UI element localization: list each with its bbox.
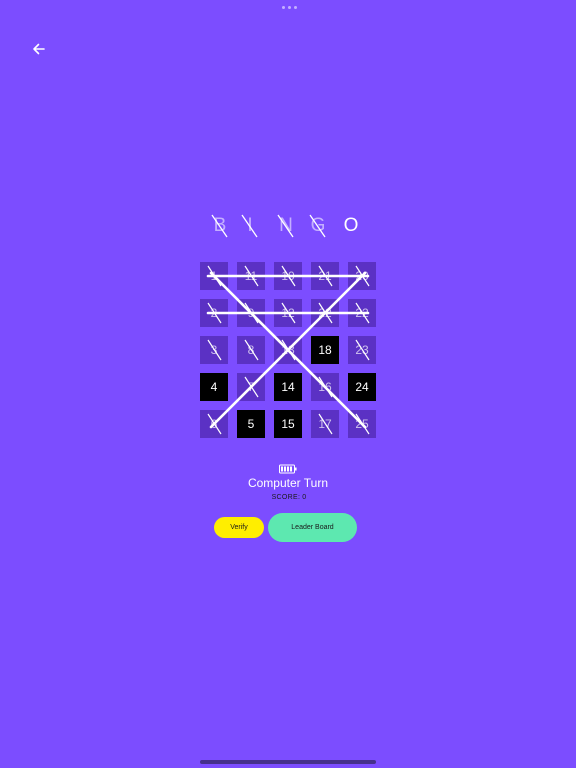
cell-number: 2	[210, 306, 218, 320]
cell-number: 20	[355, 269, 369, 283]
cell-number: 1	[210, 269, 218, 283]
board-cell[interactable]: 8	[237, 336, 265, 364]
cell-number: 11	[244, 269, 258, 283]
bingo-letters: BINGO	[0, 210, 576, 242]
board-cell[interactable]: 14	[274, 373, 302, 401]
board-cell[interactable]: 13	[274, 336, 302, 364]
cell-number: 23	[355, 343, 369, 357]
score-value: 0	[302, 494, 307, 501]
board-cell[interactable]: 22	[348, 299, 376, 327]
bingo-letter-i: I	[237, 210, 263, 242]
cell-number: 15	[281, 417, 295, 431]
board-cell[interactable]: 5	[237, 410, 265, 438]
board-cell[interactable]: 1	[200, 262, 228, 290]
cell-number: 21	[318, 269, 332, 283]
board-cell[interactable]: 24	[348, 373, 376, 401]
board-cell[interactable]: 2	[200, 299, 228, 327]
cell-number: 4	[210, 380, 218, 394]
board-cell[interactable]: 20	[348, 262, 376, 290]
board-cell[interactable]: 12	[274, 299, 302, 327]
board-cell[interactable]: 23	[348, 336, 376, 364]
board-cell[interactable]: 4	[200, 373, 228, 401]
bingo-letter-b: B	[207, 210, 233, 242]
cell-number: 9	[247, 306, 255, 320]
bingo-letter-text: O	[343, 215, 359, 236]
cell-number: 17	[318, 417, 332, 431]
cell-number: 12	[281, 306, 295, 320]
home-indicator	[200, 760, 376, 764]
cell-number: 24	[355, 380, 369, 394]
cell-number: 22	[318, 306, 332, 320]
cell-number: 18	[318, 343, 332, 357]
bingo-letter-g: G	[305, 210, 331, 242]
board-cell[interactable]: 25	[348, 410, 376, 438]
bingo-letter-n: N	[273, 210, 299, 242]
board-cell[interactable]: 16	[311, 373, 339, 401]
window-handle[interactable]	[282, 6, 297, 9]
board-cell[interactable]: 9	[237, 299, 265, 327]
board-cell[interactable]: 6	[200, 410, 228, 438]
board-cell[interactable]: 10	[274, 262, 302, 290]
board-cell[interactable]: 18	[311, 336, 339, 364]
board-cell[interactable]: 3	[200, 336, 228, 364]
strike-mark	[211, 214, 228, 238]
board-cell[interactable]: 22	[311, 299, 339, 327]
verify-button[interactable]: Verify	[214, 517, 264, 538]
strike-mark	[277, 214, 294, 238]
cell-number: 8	[247, 343, 255, 357]
turn-status: Computer Turn	[247, 476, 329, 490]
board-cell[interactable]: 11	[237, 262, 265, 290]
leaderboard-button[interactable]: Leader Board	[268, 513, 357, 542]
cell-number: 10	[281, 269, 295, 283]
cell-number: 6	[210, 417, 218, 431]
cell-number: 5	[247, 417, 255, 431]
board-cell[interactable]: 7	[237, 373, 265, 401]
bingo-board: 1 11 10 21 20 2 9 12 22 22 3 8 13 18 23 4 7 14 16 24 6 5 15 17 2…	[200, 262, 376, 438]
board-cell[interactable]: 15	[274, 410, 302, 438]
score-display: SCORE: 0	[0, 494, 576, 501]
score-label: SCORE:	[271, 494, 301, 501]
cell-number: 14	[281, 380, 295, 394]
board-cell[interactable]: 21	[311, 262, 339, 290]
strike-mark	[241, 214, 258, 238]
cell-number: 16	[318, 380, 332, 394]
cell-number: 7	[247, 380, 255, 394]
strike-mark	[309, 214, 326, 238]
cell-number: 22	[355, 306, 369, 320]
cell-number: 13	[281, 343, 295, 357]
cell-number: 25	[355, 417, 369, 431]
bingo-letter-o: O	[338, 210, 364, 242]
cell-number: 3	[210, 343, 218, 357]
battery-icon	[279, 464, 297, 474]
board-cell[interactable]: 17	[311, 410, 339, 438]
arrow-left-icon[interactable]	[30, 40, 48, 58]
